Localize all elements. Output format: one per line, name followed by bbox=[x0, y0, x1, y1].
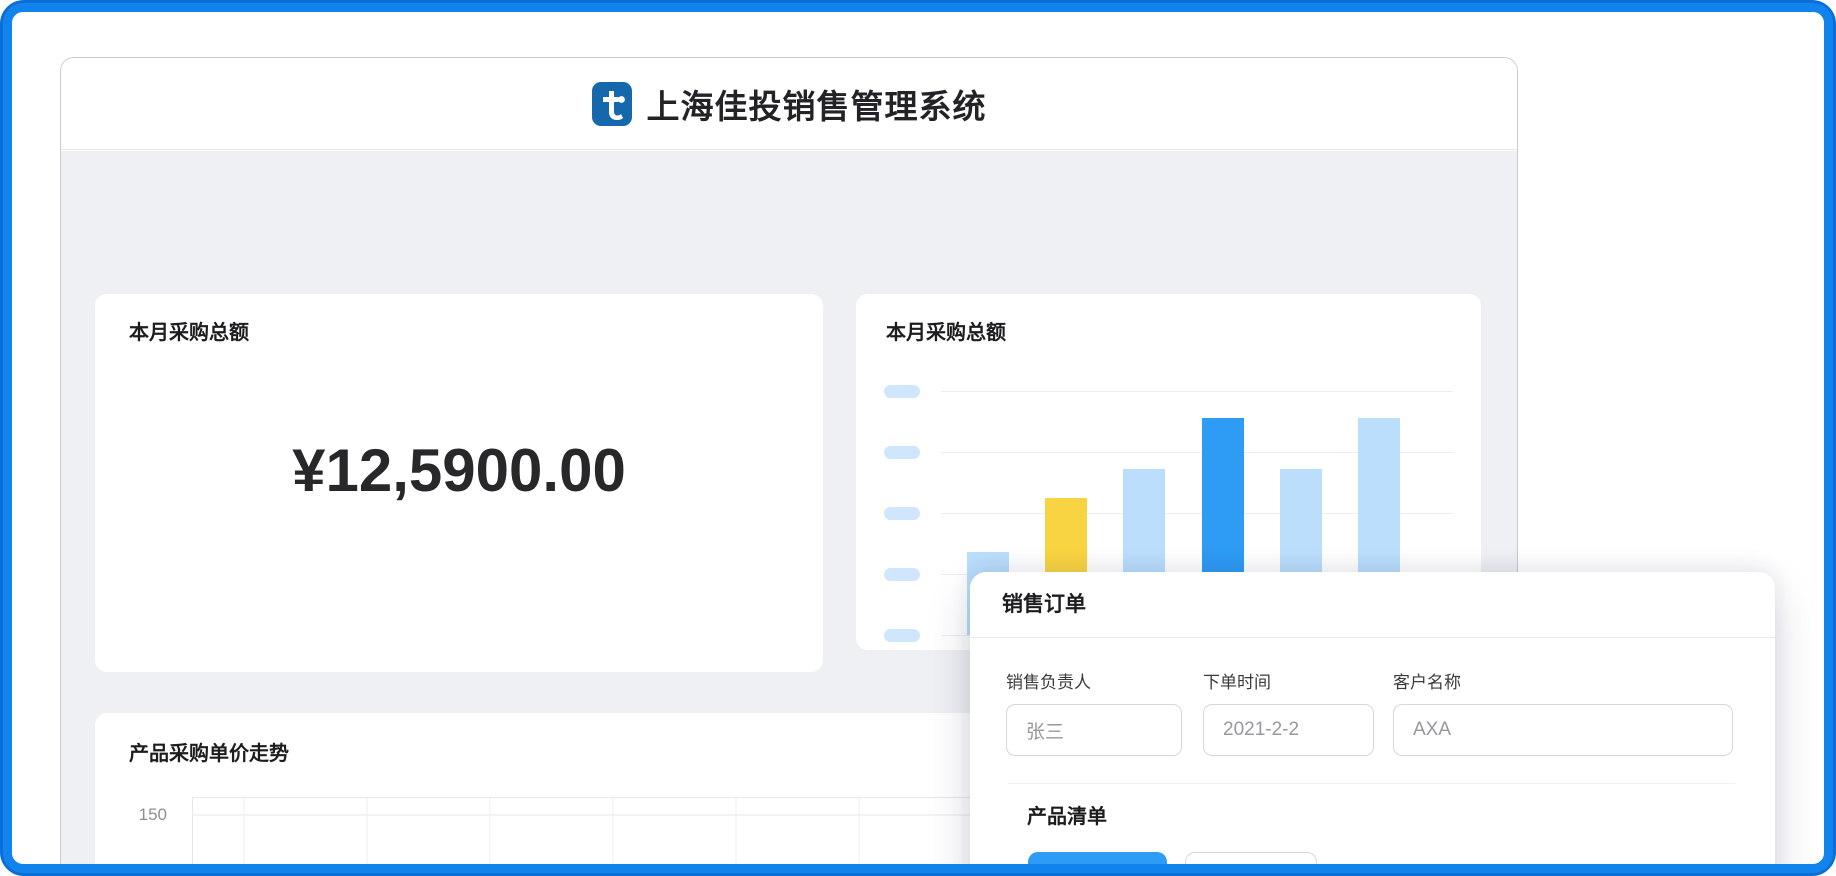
app-header: 上海佳投销售管理系统 bbox=[61, 58, 1517, 150]
gridline bbox=[941, 391, 1454, 392]
product-list-secondary-button[interactable] bbox=[1185, 852, 1317, 876]
field-customer-name: 客户名称 bbox=[1393, 668, 1733, 756]
divider bbox=[1008, 783, 1735, 784]
bar-chart-y-axis-placeholders bbox=[884, 391, 920, 635]
line-chart-title: 产品采购单价走势 bbox=[129, 737, 289, 766]
y-axis-pill bbox=[884, 629, 920, 642]
app-screenshot: 上海佳投销售管理系统 本月采购总额 ¥12,5900.00 本月采购总额 产品采… bbox=[0, 0, 1836, 876]
sales-order-title: 销售订单 bbox=[1002, 588, 1086, 618]
y-axis-pill bbox=[884, 385, 920, 398]
app-logo-icon bbox=[592, 82, 632, 126]
y-axis-pill bbox=[884, 446, 920, 459]
stat-card-monthly-purchase-total: 本月采购总额 ¥12,5900.00 bbox=[95, 294, 823, 672]
app-title: 上海佳投销售管理系统 bbox=[647, 80, 987, 128]
stat-card-title: 本月采购总额 bbox=[129, 316, 249, 345]
order-time-input[interactable] bbox=[1203, 704, 1374, 756]
sales-person-label: 销售负责人 bbox=[1006, 668, 1182, 693]
field-order-time: 下单时间 bbox=[1203, 668, 1374, 756]
sales-person-input[interactable] bbox=[1006, 704, 1182, 756]
customer-name-label: 客户名称 bbox=[1393, 668, 1733, 693]
t-dot-logo-glyph bbox=[592, 82, 632, 126]
divider bbox=[970, 637, 1775, 638]
y-axis-pill bbox=[884, 507, 920, 520]
product-list-title: 产品清单 bbox=[1027, 800, 1107, 829]
bar-chart-title: 本月采购总额 bbox=[886, 316, 1006, 345]
sales-order-card: 销售订单 销售负责人 下单时间 客户名称 产品清单 bbox=[970, 572, 1775, 876]
order-time-label: 下单时间 bbox=[1203, 668, 1374, 693]
y-axis-pill bbox=[884, 568, 920, 581]
stat-card-value: ¥12,5900.00 bbox=[95, 436, 823, 505]
field-sales-person: 销售负责人 bbox=[1006, 668, 1182, 756]
customer-name-input[interactable] bbox=[1393, 704, 1733, 756]
product-list-primary-button[interactable] bbox=[1028, 852, 1167, 876]
